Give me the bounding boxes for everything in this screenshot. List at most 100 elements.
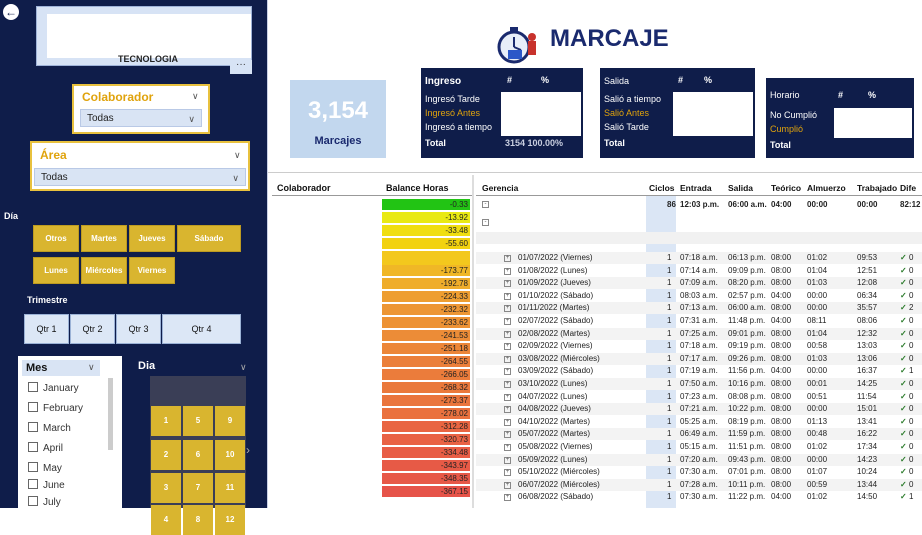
expand-icon[interactable]: + <box>504 456 511 464</box>
row-cell: 08:00 <box>771 467 792 477</box>
dia-number[interactable]: 7 <box>183 473 213 503</box>
trimestre-button[interactable]: Qtr 3 <box>116 314 161 344</box>
colaborador-column-header[interactable]: Colaborador <box>277 183 331 193</box>
dia-button[interactable]: Viernes <box>129 257 175 284</box>
expand-icon[interactable]: + <box>504 469 511 477</box>
expand-icon[interactable]: + <box>504 431 511 439</box>
trimestre-button[interactable]: Qtr 4 <box>162 314 241 344</box>
dia-number[interactable]: 12 <box>215 505 245 535</box>
ingreso-row-label[interactable]: Ingresó Tarde <box>425 94 480 104</box>
dia-button[interactable]: Martes <box>81 225 127 252</box>
back-arrow-icon[interactable]: ← <box>3 4 19 20</box>
almuerzo-header[interactable]: Almuerzo <box>807 183 846 193</box>
expand-icon[interactable]: + <box>504 393 511 401</box>
expand-icon[interactable]: + <box>504 267 511 275</box>
mes-option-label: June <box>43 480 65 491</box>
expand-icon[interactable]: + <box>504 406 511 414</box>
mes-option[interactable]: July <box>28 496 61 508</box>
balance-scrollbar[interactable] <box>472 175 474 508</box>
expand-icon[interactable]: - <box>482 201 489 208</box>
salida-row-label[interactable]: Salió Tarde <box>604 122 649 132</box>
group-row[interactable] <box>476 232 922 244</box>
trabajado-header[interactable]: Trabajado <box>857 183 897 193</box>
dia-button[interactable]: Otros <box>33 225 79 252</box>
diferencia-header[interactable]: Dife <box>900 183 916 193</box>
col-percent-header[interactable]: % <box>704 75 712 85</box>
check-icon: ✓ <box>900 265 907 275</box>
dia-button[interactable]: Miércoles <box>81 257 127 284</box>
mes-scrollbar[interactable] <box>108 378 113 450</box>
area-dropdown[interactable]: Todas ∨ <box>34 168 246 186</box>
expand-icon[interactable]: + <box>504 280 511 288</box>
dia-number[interactable]: 2 <box>151 440 181 470</box>
chevron-down-icon: ∨ <box>232 173 239 183</box>
expand-icon[interactable]: + <box>504 494 511 502</box>
col-count-header[interactable]: # <box>838 90 843 100</box>
expand-icon[interactable]: + <box>504 330 511 338</box>
row-diferencia: 0 <box>908 265 914 275</box>
expand-icon[interactable]: + <box>504 343 511 351</box>
row-date: 06/07/2022 (Miércoles) <box>518 479 600 489</box>
dia-number[interactable]: 3 <box>151 473 181 503</box>
expand-icon[interactable]: + <box>504 418 511 426</box>
expand-icon[interactable]: + <box>504 255 511 262</box>
expand-icon[interactable]: + <box>504 381 511 388</box>
mes-option[interactable]: March <box>28 422 71 434</box>
dia-number[interactable]: 9 <box>215 406 245 436</box>
mes-option[interactable]: June <box>28 479 65 491</box>
salida-header[interactable]: Salida <box>728 183 753 193</box>
colaborador-dropdown[interactable]: Todas ∨ <box>80 109 202 127</box>
dia-number[interactable]: 11 <box>215 473 245 503</box>
chevron-down-icon[interactable]: ∨ <box>234 150 241 161</box>
row-cell: 16:37 <box>857 366 878 376</box>
expand-icon[interactable]: + <box>504 305 511 313</box>
dia-number[interactable]: 4 <box>151 505 181 535</box>
gerencia-header[interactable]: Gerencia <box>482 183 518 193</box>
row-cell: 1 <box>667 479 672 489</box>
dia-number[interactable]: 1 <box>151 406 181 436</box>
mes-option[interactable]: May <box>28 462 62 474</box>
expand-icon[interactable]: + <box>504 355 511 363</box>
dia-number[interactable]: 6 <box>183 440 213 470</box>
entrada-header[interactable]: Entrada <box>680 183 712 193</box>
ingreso-row-label[interactable]: Ingresó a tiempo <box>425 122 492 132</box>
dia-button[interactable]: Lunes <box>33 257 79 284</box>
expand-icon[interactable]: + <box>504 481 511 489</box>
chevron-down-icon[interactable]: ∨ <box>192 91 199 102</box>
col-count-header[interactable]: # <box>678 75 683 85</box>
more-options-icon[interactable]: ··· <box>230 60 252 74</box>
mes-option[interactable]: April <box>28 442 63 454</box>
expand-icon[interactable]: + <box>504 444 511 451</box>
dia-button[interactable]: Sábado <box>177 225 241 252</box>
chevron-down-icon[interactable]: ∨ <box>88 362 95 373</box>
mes-option[interactable]: February <box>28 402 83 414</box>
balance-cell: -348.35 <box>382 473 470 484</box>
chevron-right-icon[interactable]: › <box>246 443 250 457</box>
mes-option[interactable]: January <box>28 382 79 394</box>
expand-icon[interactable]: + <box>504 368 511 376</box>
ciclos-header[interactable]: Ciclos <box>649 183 675 193</box>
trimestre-button[interactable]: Qtr 2 <box>70 314 115 344</box>
row-cell: 07:01 p.m. <box>728 467 766 477</box>
row-cell: ✓ 0 <box>900 253 913 262</box>
expand-icon[interactable]: + <box>504 318 511 325</box>
horario-row-label[interactable]: Cumplió <box>770 124 803 134</box>
trimestre-button[interactable]: Qtr 1 <box>24 314 69 344</box>
horario-row-label[interactable]: No Cumplió <box>770 110 817 120</box>
row-cell: ✓ 0 <box>900 266 913 275</box>
dia-number[interactable]: 8 <box>183 505 213 535</box>
ingreso-row-label[interactable]: Ingresó Antes <box>425 108 480 118</box>
dia-number[interactable]: 10 <box>215 440 245 470</box>
balance-column-header[interactable]: Balance Horas <box>386 183 449 193</box>
teorico-header[interactable]: Teórico <box>771 183 801 193</box>
dia-number[interactable]: 5 <box>183 406 213 436</box>
expand-icon[interactable]: - <box>482 219 489 226</box>
col-percent-header[interactable]: % <box>868 90 876 100</box>
expand-icon[interactable]: + <box>504 292 511 300</box>
col-count-header[interactable]: # <box>507 75 512 85</box>
chevron-down-icon[interactable]: ∨ <box>240 362 247 373</box>
col-percent-header[interactable]: % <box>541 75 549 85</box>
salida-row-label[interactable]: Salió a tiempo <box>604 94 661 104</box>
dia-button[interactable]: Jueves <box>129 225 175 252</box>
salida-row-label[interactable]: Salió Antes <box>604 108 649 118</box>
